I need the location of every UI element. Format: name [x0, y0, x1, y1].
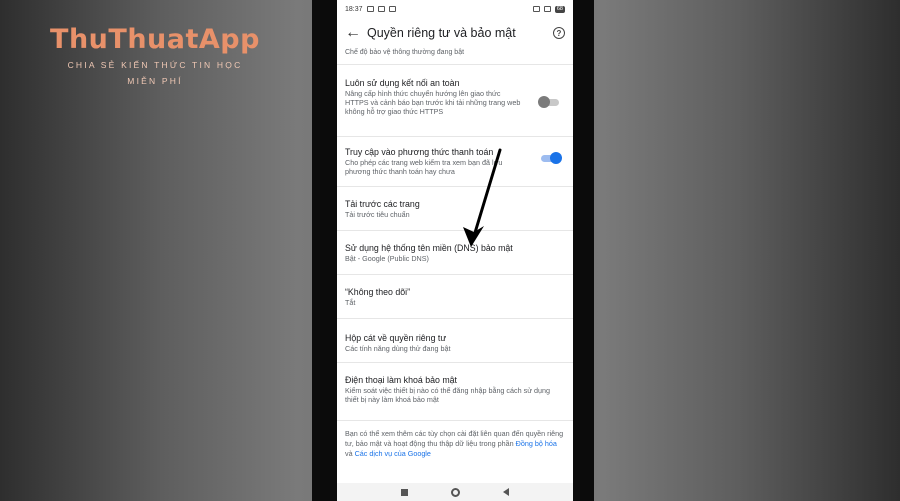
link-google-services[interactable]: Các dịch vụ của Google	[355, 449, 431, 458]
item-title: Truy cập vào phương thức thanh toán	[345, 147, 494, 157]
item-title: Sử dụng hệ thống tên miền (DNS) bảo mật	[345, 243, 513, 253]
watermark: ThuThuatApp CHIA SẺ KIẾN THỨC TIN HỌC MI…	[40, 24, 270, 87]
watermark-tagline-line2: MIỄN PHÍ	[127, 76, 183, 86]
item-title: “Không theo dõi”	[345, 287, 411, 297]
watermark-logo: ThuThuatApp	[50, 24, 260, 55]
item-title: Luôn sử dụng kết nối an toàn	[345, 78, 460, 88]
item-subtitle: Tắt	[345, 298, 356, 307]
wifi-icon	[543, 6, 551, 12]
notification-icon	[377, 6, 385, 12]
page-title: Quyền riêng tư và bảo mật	[367, 26, 516, 40]
watermark-tagline-line1: CHIA SẺ KIẾN THỨC TIN HỌC	[67, 60, 243, 70]
partial-item-subtitle: Chế độ bảo vệ thông thường đang bật	[337, 48, 573, 65]
toggle-knob	[538, 96, 550, 108]
alarm-icon	[366, 6, 374, 12]
item-subtitle: Nâng cấp hình thức chuyển hướng lên giao…	[345, 89, 521, 116]
toggle-switch-on[interactable]	[541, 152, 562, 164]
toggle-knob	[550, 152, 562, 164]
footer-note: Bạn có thể xem thêm các tùy chọn cài đặt…	[337, 421, 573, 467]
back-triangle-icon[interactable]	[503, 488, 510, 496]
setting-phone-security-key[interactable]: Điện thoại làm khoá bảo mật Kiểm soát vi…	[337, 363, 573, 421]
recent-apps-icon[interactable]	[400, 488, 408, 496]
toggle-switch-off[interactable]	[538, 96, 559, 108]
item-subtitle: Kiểm soát việc thiết bị nào có thể đăng …	[345, 386, 551, 404]
help-icon[interactable]: ?	[553, 27, 565, 39]
item-subtitle: Bật - Google (Public DNS)	[345, 254, 429, 263]
setting-do-not-track[interactable]: “Không theo dõi” Tắt	[337, 275, 573, 319]
item-title: Tải trước các trang	[345, 199, 420, 209]
phone-screen: 18:37 68 ← Quyền riêng tư và bảo mật ? C…	[337, 0, 573, 501]
item-title: Hộp cát về quyền riêng tư	[345, 333, 447, 343]
video-icon	[388, 6, 396, 12]
item-title: Điện thoại làm khoá bảo mật	[345, 375, 457, 385]
footer-note-and: và	[345, 449, 355, 458]
battery-icon: 68	[554, 5, 565, 13]
setting-preload-pages[interactable]: Tải trước các trang Tải trước tiêu chuẩn	[337, 187, 573, 231]
back-arrow-icon[interactable]: ←	[345, 24, 367, 42]
home-icon[interactable]	[450, 487, 460, 497]
status-bar: 18:37 68	[337, 0, 573, 18]
setting-payment-methods[interactable]: Truy cập vào phương thức thanh toán Cho …	[337, 137, 573, 187]
android-nav-bar	[337, 483, 573, 501]
item-subtitle: Tải trước tiêu chuẩn	[345, 210, 410, 219]
app-bar: ← Quyền riêng tư và bảo mật ?	[337, 18, 573, 48]
setting-secure-dns[interactable]: Sử dụng hệ thống tên miền (DNS) bảo mật …	[337, 231, 573, 275]
item-subtitle: Các tính năng dùng thử đang bật	[345, 344, 451, 353]
setting-secure-connection[interactable]: Luôn sử dụng kết nối an toàn Nâng cấp hì…	[337, 65, 573, 137]
setting-privacy-sandbox[interactable]: Hộp cát về quyền riêng tư Các tính năng …	[337, 319, 573, 363]
signal-icon	[532, 6, 540, 12]
link-sync[interactable]: Đồng bộ hóa	[516, 439, 557, 448]
item-subtitle: Cho phép các trang web kiểm tra xem bạn …	[345, 158, 503, 176]
status-time: 18:37	[345, 5, 363, 13]
